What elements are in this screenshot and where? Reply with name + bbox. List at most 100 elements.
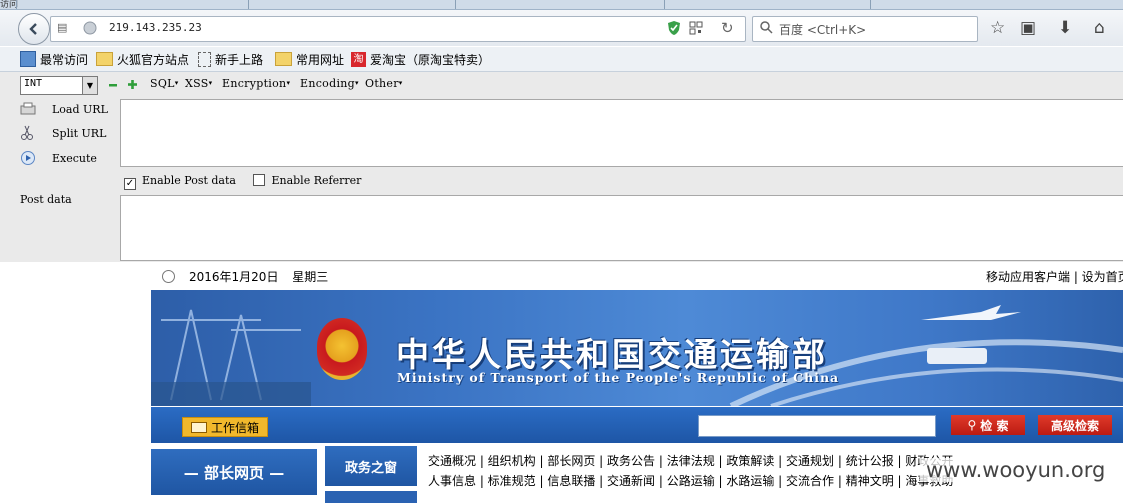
search-icon: ⚲ [967, 418, 977, 432]
nav-links-row[interactable]: 人事信息 | 标准规范 | 信息联播 | 交通新闻 | 公路运输 | 水路运输 … [428, 472, 953, 489]
url-bar[interactable]: ▤ 219.143.235.23 ↻ [50, 16, 746, 42]
home-icon[interactable]: ⌂ [1094, 18, 1105, 38]
enable-post-checkbox[interactable]: ✓ Enable Post data [124, 174, 236, 190]
button-label: Execute [52, 151, 97, 165]
search-icon [760, 21, 773, 34]
menu-encryption[interactable]: Encryption▾ [222, 77, 290, 90]
search-button[interactable]: ⚲ 检 索 [951, 415, 1025, 435]
minus-icon[interactable] [108, 80, 118, 90]
split-url-button[interactable]: Split URL [20, 124, 106, 142]
site-title-cn: 中华人民共和国交通运输部 [396, 335, 828, 374]
menu-label: Encoding [300, 77, 355, 90]
button-label: Split URL [52, 126, 107, 140]
search-icon [20, 51, 36, 67]
type-select[interactable]: INT ▼ [20, 76, 98, 95]
menu-label: Encryption [222, 77, 287, 90]
bookmark-most-visited[interactable]: 最常访问 [20, 50, 88, 68]
menu-sql[interactable]: SQL▾ [150, 77, 179, 90]
bookmark-star-icon[interactable]: ☆ [990, 18, 1005, 38]
enable-post-label: Enable Post data [142, 174, 236, 187]
load-url-button[interactable]: Load URL [20, 100, 108, 118]
chevron-down-icon[interactable]: ▼ [82, 77, 97, 94]
nav-links-row[interactable]: 交通概况 | 组织机构 | 部长网页 | 政务公告 | 法律法规 | 政策解读 … [428, 452, 953, 469]
minister-page-nav[interactable]: — 部长网页 — [151, 449, 317, 495]
execute-button[interactable]: Execute [20, 149, 97, 167]
national-emblem-icon [317, 318, 367, 380]
bookmark-firefox-site[interactable]: 火狐官方站点 [96, 50, 189, 68]
checkbox-box [253, 174, 266, 186]
site-identity-icon[interactable]: ▤ [57, 21, 71, 35]
menu-label: SQL [150, 77, 175, 90]
menu-other[interactable]: Other▾ [365, 77, 403, 90]
url-text[interactable]: 219.143.235.23 [109, 21, 202, 34]
scissors-icon [21, 125, 33, 140]
type-select-value: INT [24, 78, 43, 89]
hackbar-panel: INT ▼ SQL▾ XSS▾ Encryption▾ Encoding▾ Ot… [0, 72, 1123, 262]
site-title-en: Ministry of Transport of the People's Re… [397, 370, 840, 385]
search-bar[interactable]: 百度 <Ctrl+K> [752, 16, 978, 42]
button-label: Load URL [52, 102, 108, 116]
post-data-textarea[interactable] [120, 195, 1123, 261]
weekday-text: 星期三 [292, 270, 329, 284]
bookmark-label: 火狐官方站点 [117, 52, 190, 67]
navigation-bar: ▤ 219.143.235.23 ↻ 百度 <Ctrl+K> ☆ ▣ ⬇ ⌂ [0, 10, 1123, 46]
advanced-search-button[interactable]: 高级检索 [1038, 415, 1112, 435]
bookmark-common-sites[interactable]: 常用网址 [275, 50, 344, 68]
date-line: 2016年1月20日 星期三 [162, 268, 328, 285]
top-links[interactable]: 移动应用客户端 | 设为首页 [986, 268, 1123, 285]
tab-divider [870, 0, 871, 9]
back-button[interactable] [18, 13, 50, 45]
enable-referrer-checkbox[interactable]: Enable Referrer [253, 174, 361, 187]
site-search-input[interactable] [698, 415, 936, 437]
envelope-icon [190, 421, 207, 433]
tab-divider [664, 0, 665, 9]
search-button-label: 检 索 [980, 418, 1009, 433]
site-banner: 中华人民共和国交通运输部 Ministry of Transport of th… [151, 290, 1123, 406]
bookmark-label: 常用网址 [296, 52, 345, 67]
globe-icon [83, 21, 97, 35]
gov-affairs-tab[interactable]: 政务之窗 [325, 446, 417, 486]
bookmark-label: 新手上路 [215, 52, 264, 67]
plus-icon[interactable] [127, 79, 138, 90]
bookmark-taobao[interactable]: 淘 爱淘宝（原淘宝特卖） [351, 50, 490, 68]
check-icon: ✓ [124, 178, 136, 190]
tab-divider [455, 0, 456, 9]
options-row: ✓ Enable Post data Enable Referrer [124, 174, 361, 190]
back-arrow-icon [29, 23, 37, 35]
menu-encoding[interactable]: Encoding▾ [300, 77, 359, 90]
dashed-page-icon [198, 51, 211, 67]
menu-label: XSS [185, 77, 209, 90]
menu-label: Other [365, 77, 399, 90]
bookmark-getting-started[interactable]: 新手上路 [198, 50, 263, 68]
url-textarea[interactable] [120, 99, 1123, 167]
enable-referrer-label: Enable Referrer [271, 174, 362, 187]
reading-list-icon[interactable]: ▣ [1020, 18, 1036, 38]
tab-strip: 访问 [0, 0, 1123, 10]
folder-icon [275, 52, 292, 66]
load-url-icon [20, 102, 36, 115]
shield-icon[interactable] [667, 20, 681, 36]
reload-icon[interactable]: ↻ [721, 19, 734, 37]
folder-icon [96, 52, 113, 66]
advanced-search-label: 高级检索 [1050, 418, 1099, 433]
date-text: 2016年1月20日 [189, 270, 279, 284]
mailbox-button[interactable]: 工作信箱 [182, 417, 268, 437]
menu-xss[interactable]: XSS▾ [185, 77, 212, 90]
page-content: 2016年1月20日 星期三 移动应用客户端 | 设为首页 中华人民共和国交通运… [0, 262, 1123, 503]
play-icon [21, 151, 35, 165]
bookmark-label: 爱淘宝（原淘宝特卖） [370, 52, 491, 67]
qr-code-icon[interactable] [689, 21, 703, 35]
bookmark-label: 最常访问 [40, 52, 89, 67]
clock-icon [162, 270, 175, 283]
watermark: www.wooyun.org [920, 458, 1112, 482]
tab-divider [16, 0, 17, 9]
bookmarks-bar: 最常访问 火狐官方站点 新手上路 常用网址 淘 爱淘宝（原淘宝特卖） [0, 47, 1123, 72]
tab-divider [248, 0, 249, 9]
mailbox-label: 工作信箱 [210, 420, 259, 435]
post-data-label: Post data [20, 193, 72, 206]
search-placeholder: 百度 <Ctrl+K> [779, 23, 867, 37]
second-tab[interactable] [325, 491, 417, 503]
site-toolbar: 工作信箱 ⚲ 检 索 高级检索 [151, 407, 1123, 443]
download-icon[interactable]: ⬇ [1058, 18, 1072, 38]
taobao-icon: 淘 [351, 51, 366, 67]
